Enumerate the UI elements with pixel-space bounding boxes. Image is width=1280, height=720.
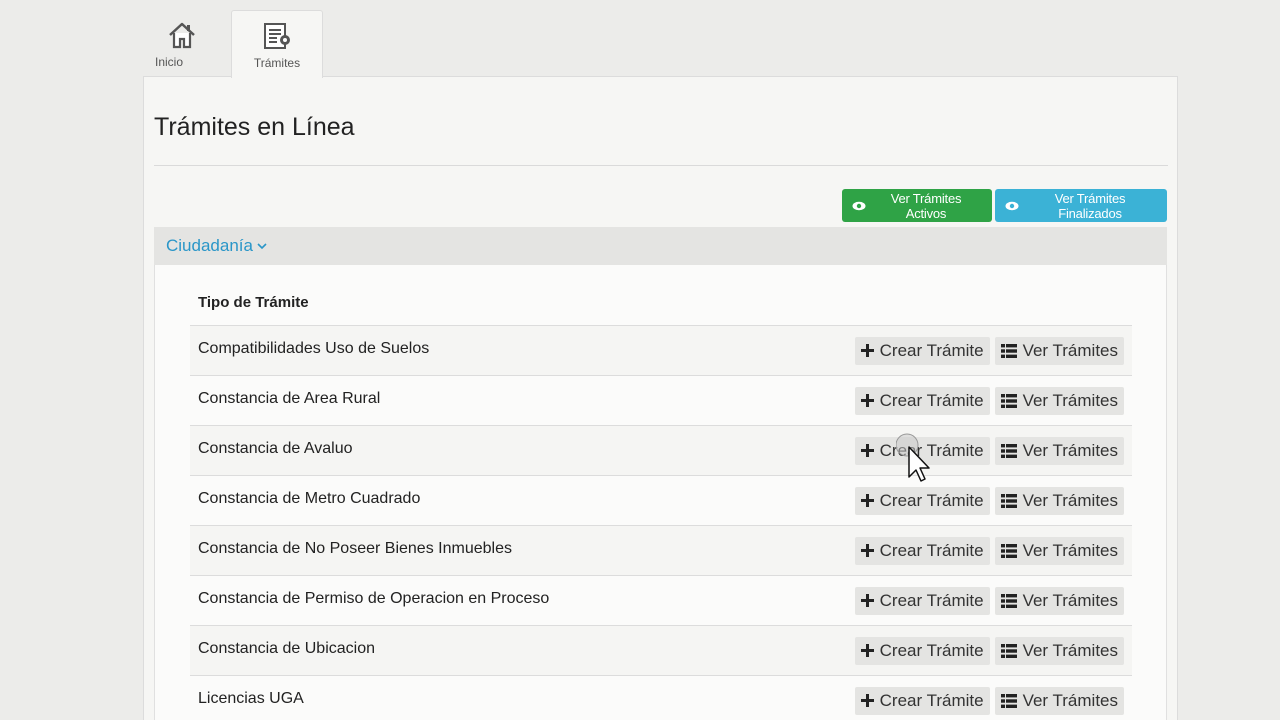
tramite-name: Constancia de Area Rural bbox=[198, 389, 381, 407]
tramite-name: Licencias UGA bbox=[198, 689, 304, 707]
ver-tramites-label: Ver Trámites bbox=[1022, 590, 1118, 610]
ver-tramites-activos-label: Ver Trámites Activos bbox=[890, 190, 962, 221]
tramite-name: Constancia de Ubicacion bbox=[198, 639, 375, 657]
tramite-name: Constancia de Permiso de Operacion en Pr… bbox=[198, 589, 550, 607]
chevron-down-icon bbox=[257, 242, 267, 250]
crear-tramite-label: Crear Trámite bbox=[879, 390, 984, 410]
row-actions: Crear Trámite Ver Trámites bbox=[854, 336, 1124, 365]
ver-tramites-button[interactable]: Ver Trámites bbox=[994, 486, 1124, 515]
table-row: Licencias UGA Crear Trámite Ver Trámites bbox=[190, 676, 1132, 720]
ver-tramites-label: Ver Trámites bbox=[1022, 390, 1118, 410]
plus-icon bbox=[860, 644, 874, 657]
ver-tramites-button[interactable]: Ver Trámites bbox=[994, 586, 1124, 615]
ver-tramites-label: Ver Trámites bbox=[1022, 340, 1118, 360]
list-icon bbox=[1000, 443, 1017, 458]
tab-tramites[interactable]: Trámites bbox=[231, 10, 323, 78]
crear-tramite-label: Crear Trámite bbox=[879, 590, 984, 610]
tab-inicio-label: Inicio bbox=[155, 55, 184, 69]
table-row: Constancia de Permiso de Operacion en Pr… bbox=[190, 576, 1132, 626]
row-actions: Crear Trámite Ver Trámites bbox=[854, 636, 1124, 665]
list-icon bbox=[1000, 343, 1017, 358]
plus-icon bbox=[860, 344, 874, 357]
list-icon bbox=[1000, 543, 1017, 558]
document-icon bbox=[260, 19, 294, 53]
ver-tramites-button[interactable]: Ver Trámites bbox=[994, 636, 1124, 665]
list-icon bbox=[1000, 693, 1017, 708]
row-actions: Crear Trámite Ver Trámites bbox=[854, 586, 1124, 615]
table-row: Constancia de Area Rural Crear Trámite V… bbox=[190, 376, 1132, 426]
ver-tramites-button[interactable]: Ver Trámites bbox=[994, 386, 1124, 415]
row-actions: Crear Trámite Ver Trámites bbox=[854, 486, 1124, 515]
tramite-name: Compatibilidades Uso de Suelos bbox=[198, 339, 430, 357]
plus-icon bbox=[860, 594, 874, 607]
ver-tramites-button[interactable]: Ver Trámites bbox=[994, 536, 1124, 565]
list-icon bbox=[1000, 643, 1017, 658]
ver-tramites-label: Ver Trámites bbox=[1022, 440, 1118, 460]
row-actions: Crear Trámite Ver Trámites bbox=[854, 536, 1124, 565]
section-body: Tipo de Trámite Compatibilidades Uso de … bbox=[154, 265, 1167, 720]
section-title: Ciudadanía bbox=[166, 236, 253, 255]
crear-tramite-button[interactable]: Crear Trámite bbox=[854, 636, 990, 665]
table-row: Constancia de No Poseer Bienes Inmuebles… bbox=[190, 526, 1132, 576]
list-icon bbox=[1000, 493, 1017, 508]
plus-icon bbox=[860, 394, 874, 407]
tab-inicio[interactable]: Inicio bbox=[143, 10, 201, 77]
page-title: Trámites en Línea bbox=[154, 113, 355, 141]
crear-tramite-button[interactable]: Crear Trámite bbox=[854, 336, 990, 365]
row-actions: Crear Trámite Ver Trámites bbox=[854, 386, 1124, 415]
ver-tramites-label: Ver Trámites bbox=[1022, 490, 1118, 510]
tramites-table: Tipo de Trámite Compatibilidades Uso de … bbox=[190, 265, 1132, 720]
home-icon bbox=[165, 18, 199, 52]
crear-tramite-label: Crear Trámite bbox=[879, 690, 984, 710]
crear-tramite-label: Crear Trámite bbox=[879, 490, 984, 510]
tab-tramites-label: Trámites bbox=[253, 56, 301, 70]
crear-tramite-button[interactable]: Crear Trámite bbox=[854, 686, 990, 715]
tramite-name: Constancia de Avaluo bbox=[198, 439, 353, 457]
ver-tramites-activos-button[interactable]: Ver Trámites Activos bbox=[842, 189, 992, 222]
ver-tramites-button[interactable]: Ver Trámites bbox=[994, 436, 1124, 465]
crear-tramite-button[interactable]: Crear Trámite bbox=[854, 586, 990, 615]
tramite-name: Constancia de Metro Cuadrado bbox=[198, 489, 421, 507]
column-header-tipo: Tipo de Trámite bbox=[198, 294, 309, 311]
table-row: Constancia de Ubicacion Crear Trámite Ve… bbox=[190, 626, 1132, 676]
eye-icon bbox=[1005, 201, 1019, 211]
mouse-cursor bbox=[895, 432, 934, 489]
crear-tramite-label: Crear Trámite bbox=[879, 340, 984, 360]
ver-tramites-finalizados-label: Ver Trámites Finalizados bbox=[1054, 190, 1126, 221]
ver-tramites-label: Ver Trámites bbox=[1022, 640, 1118, 660]
ver-tramites-finalizados-button[interactable]: Ver Trámites Finalizados bbox=[995, 189, 1167, 222]
ver-tramites-button[interactable]: Ver Trámites bbox=[994, 336, 1124, 365]
list-icon bbox=[1000, 393, 1017, 408]
crear-tramite-label: Crear Trámite bbox=[879, 540, 984, 560]
table-row: Compatibilidades Uso de Suelos Crear Trá… bbox=[190, 326, 1132, 376]
table-row: Constancia de Metro Cuadrado Crear Trámi… bbox=[190, 476, 1132, 526]
list-icon bbox=[1000, 593, 1017, 608]
section-ciudadania-toggle[interactable]: Ciudadanía bbox=[154, 227, 1167, 265]
main-panel: Trámites en Línea Ver Trámites Activos V… bbox=[143, 76, 1178, 720]
plus-icon bbox=[860, 544, 874, 557]
ver-tramites-label: Ver Trámites bbox=[1022, 540, 1118, 560]
plus-icon bbox=[860, 694, 874, 707]
table-header: Tipo de Trámite bbox=[190, 265, 1132, 326]
ver-tramites-label: Ver Trámites bbox=[1022, 690, 1118, 710]
crear-tramite-label: Crear Trámite bbox=[879, 640, 984, 660]
plus-icon bbox=[860, 494, 874, 507]
table-row: Constancia de Avaluo Crear Trámite Ver T… bbox=[190, 426, 1132, 476]
title-divider bbox=[154, 165, 1168, 166]
tramite-name: Constancia de No Poseer Bienes Inmuebles bbox=[198, 539, 512, 557]
crear-tramite-button[interactable]: Crear Trámite bbox=[854, 536, 990, 565]
main-tabs: Inicio Trámites bbox=[143, 10, 323, 78]
crear-tramite-button[interactable]: Crear Trámite bbox=[854, 486, 990, 515]
ver-tramites-button[interactable]: Ver Trámites bbox=[994, 686, 1124, 715]
plus-icon bbox=[860, 444, 874, 457]
crear-tramite-button[interactable]: Crear Trámite bbox=[854, 386, 990, 415]
table-rows: Compatibilidades Uso de Suelos Crear Trá… bbox=[190, 326, 1132, 720]
eye-icon bbox=[852, 201, 866, 211]
row-actions: Crear Trámite Ver Trámites bbox=[854, 686, 1124, 715]
